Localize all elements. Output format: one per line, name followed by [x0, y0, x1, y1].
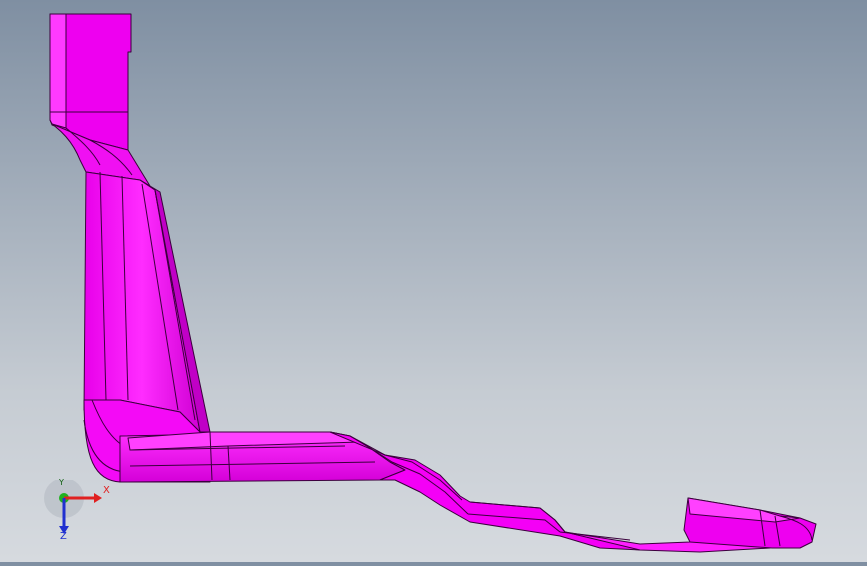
y-axis-label: Y — [59, 478, 64, 487]
z-axis-label: Z — [60, 531, 67, 542]
model-view[interactable] — [0, 0, 867, 562]
part-body[interactable] — [49, 13, 817, 553]
x-axis-label: X — [103, 485, 110, 496]
top-tab-front — [49, 13, 67, 129]
graphics-viewport[interactable]: X Y Z — [0, 0, 867, 562]
step-section — [329, 431, 641, 551]
orientation-triad[interactable]: X Y Z — [44, 478, 116, 546]
